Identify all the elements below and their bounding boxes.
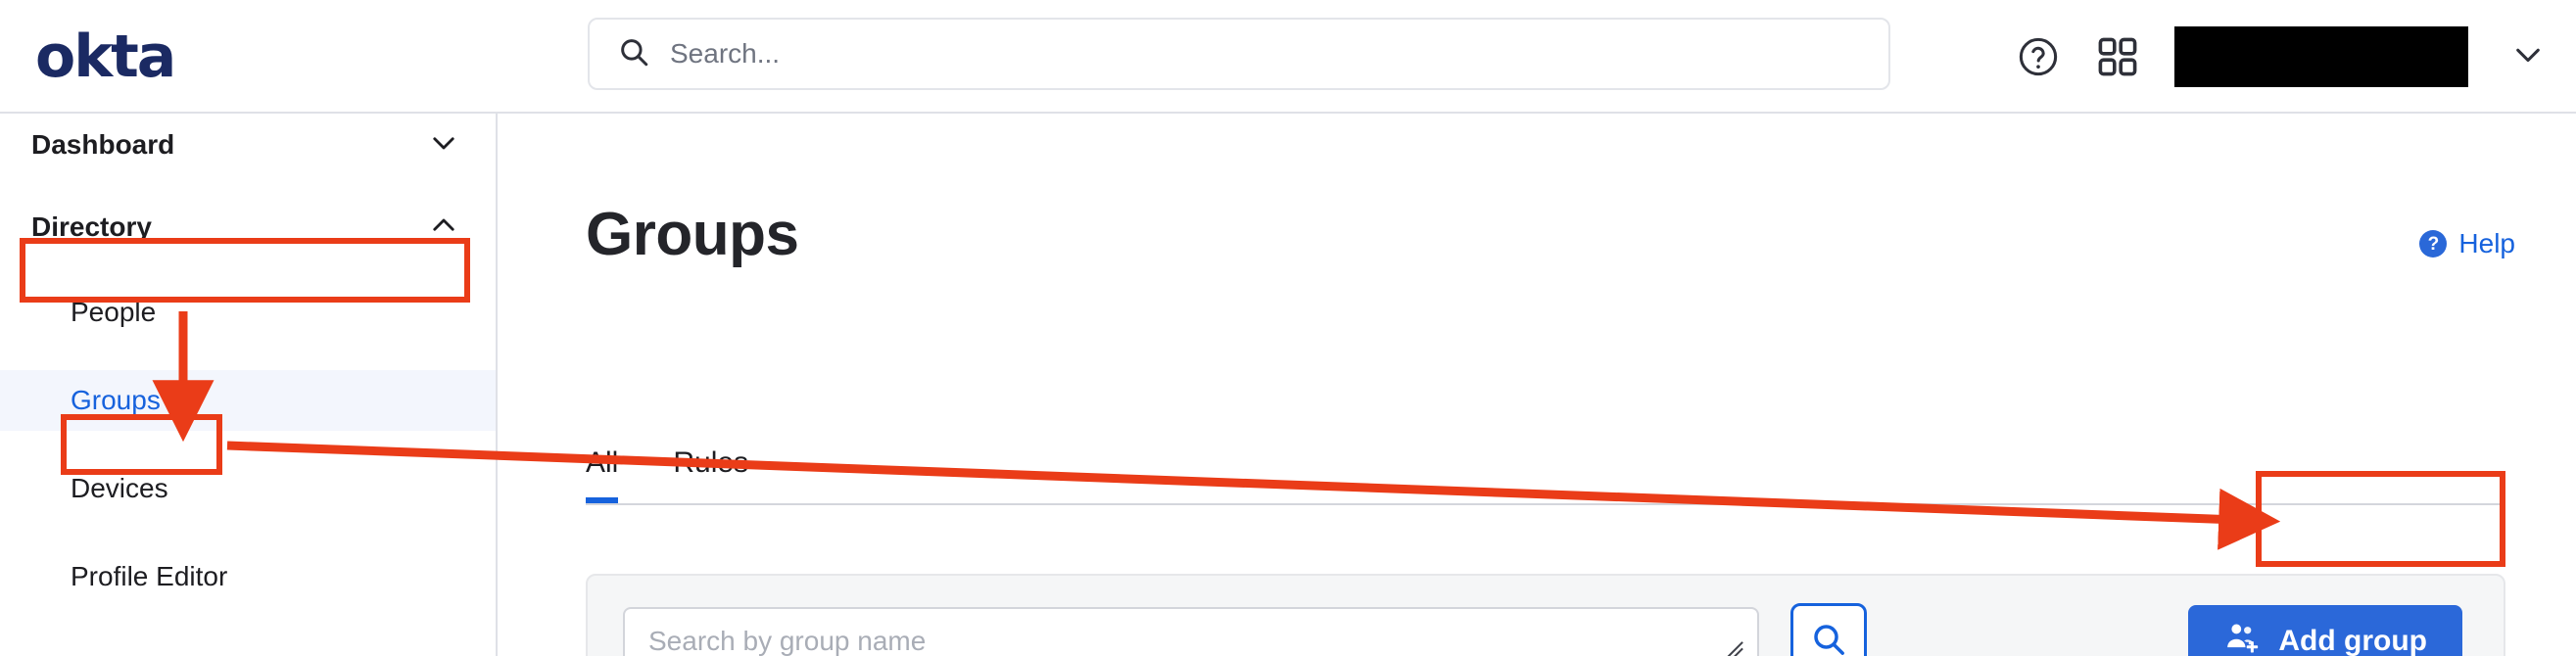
sidebar-item-people[interactable]: People: [0, 282, 496, 343]
user-menu-chevron-down-icon[interactable]: [2502, 36, 2554, 78]
sidebar: Dashboard Directory People Groups Device…: [0, 114, 498, 656]
top-header: okta Search...: [0, 0, 2576, 114]
tab-rules-label: Rules: [673, 446, 749, 479]
sidebar-item-profile-editor[interactable]: Profile Editor: [0, 546, 496, 607]
group-search-submit-button[interactable]: [1790, 603, 1867, 656]
group-search-panel: Search by group name Advanced search: [586, 574, 2505, 656]
sidebar-item-profile-editor-label: Profile Editor: [71, 561, 228, 591]
help-link-label: Help: [2458, 228, 2515, 258]
help-question-icon: ?: [2419, 230, 2448, 258]
app-root: okta Search... Dashboard Directory Peopl…: [0, 0, 2576, 656]
global-search-input[interactable]: Search...: [588, 18, 1890, 90]
tab-rules[interactable]: Rules: [673, 446, 748, 501]
group-search-placeholder: Search by group name: [648, 626, 927, 656]
main-content: Groups ? Help All Rules Search by group …: [500, 114, 2576, 656]
add-group-button-label: Add group: [2278, 625, 2427, 656]
magnifier-icon: [1809, 620, 1848, 656]
group-search-input[interactable]: Search by group name: [623, 607, 1759, 656]
okta-logo[interactable]: okta: [35, 27, 176, 86]
tab-bar: All Rules: [586, 446, 2505, 505]
header-actions: [2016, 0, 2554, 114]
sidebar-item-devices[interactable]: Devices: [0, 458, 496, 519]
search-icon: [617, 35, 650, 73]
page-title: Groups: [586, 201, 799, 268]
question-circle-icon[interactable]: [2016, 34, 2061, 79]
chevron-up-icon: [427, 209, 460, 247]
sidebar-item-people-label: People: [71, 297, 157, 327]
sidebar-group-dashboard-label: Dashboard: [31, 129, 175, 160]
chevron-down-icon: [427, 126, 460, 164]
user-name-redacted: [2174, 26, 2468, 87]
sidebar-item-devices-label: Devices: [71, 473, 168, 503]
help-link[interactable]: ? Help: [2419, 228, 2515, 259]
add-group-button[interactable]: Add group: [2188, 605, 2462, 656]
grid-apps-icon[interactable]: [2094, 33, 2141, 80]
sidebar-group-dashboard[interactable]: Dashboard: [0, 114, 496, 176]
sidebar-item-groups[interactable]: Groups: [0, 370, 496, 431]
sidebar-group-directory-label: Directory: [31, 211, 152, 242]
tab-all-label: All: [586, 446, 619, 479]
sidebar-group-directory[interactable]: Directory: [0, 196, 496, 258]
group-add-icon: [2223, 619, 2261, 656]
tab-all[interactable]: All: [586, 446, 619, 503]
global-search-placeholder: Search...: [670, 38, 781, 69]
resize-handle[interactable]: [1722, 637, 1747, 656]
sidebar-item-groups-label: Groups: [71, 385, 161, 415]
